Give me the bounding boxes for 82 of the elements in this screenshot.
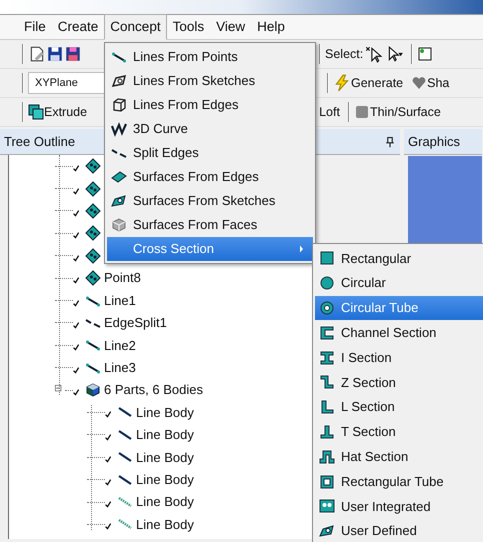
- ring-icon: [319, 300, 335, 316]
- i-section-icon: [319, 350, 335, 366]
- menu-item[interactable]: Hat Section: [315, 444, 483, 470]
- save-icon[interactable]: [46, 45, 64, 63]
- menu-item[interactable]: Channel Section: [315, 320, 483, 346]
- cursor-icon[interactable]: [363, 45, 384, 63]
- menu-item[interactable]: Split Edges: [107, 141, 313, 165]
- channel-section-icon: [319, 324, 335, 341]
- extrude-button[interactable]: Extrude: [44, 102, 88, 122]
- menu-item[interactable]: Tools: [166, 14, 210, 40]
- menu-item[interactable]: L Section: [315, 394, 483, 420]
- panel-title: Tree Outline: [4, 132, 76, 151]
- select-label: Select:: [325, 46, 364, 63]
- sketch-surface-icon: [111, 193, 127, 209]
- select-mode-icon[interactable]: [417, 45, 434, 63]
- extrude-icon[interactable]: [28, 104, 44, 120]
- part-cube-icon: [85, 382, 101, 398]
- menu-item[interactable]: Rectangular Tube: [315, 469, 483, 494]
- rectangular-tube-icon: [319, 474, 335, 490]
- menu-item[interactable]: Lines From Edges: [107, 93, 313, 117]
- tree-item-label[interactable]: Point8: [104, 268, 141, 288]
- new-document-icon[interactable]: [28, 45, 46, 63]
- menu-item[interactable]: 3D Curve: [107, 117, 313, 141]
- menu-item[interactable]: Concept: [104, 14, 167, 40]
- l-section-icon: [319, 399, 335, 416]
- circle-icon: [319, 275, 335, 292]
- point-icon: [85, 158, 101, 174]
- menu-item[interactable]: Circular: [315, 270, 483, 296]
- tree-item-label[interactable]: EdgeSplit1: [104, 313, 167, 333]
- share-button[interactable]: Sha: [427, 74, 450, 92]
- generate-button[interactable]: Generate: [351, 74, 404, 92]
- menu-item[interactable]: Surfaces From Edges: [107, 165, 313, 189]
- sketch-surface-icon: [319, 523, 335, 540]
- menu-item[interactable]: T Section: [315, 420, 483, 444]
- menu-item[interactable]: Rectangular: [315, 246, 483, 271]
- tree-item-label[interactable]: Line Body: [136, 492, 194, 512]
- tree-item-label[interactable]: Line2: [104, 336, 136, 356]
- save-as-icon[interactable]: [64, 45, 82, 63]
- tree-item-label[interactable]: Line Body: [136, 402, 194, 422]
- tree-item-label[interactable]: Line Body: [136, 470, 194, 490]
- z-section-icon: [319, 374, 335, 390]
- tree-item-label[interactable]: Line1: [104, 290, 136, 310]
- menu-item[interactable]: Help: [251, 14, 291, 40]
- tree-item-label[interactable]: Line Body: [136, 448, 194, 468]
- curve-icon: [111, 121, 127, 137]
- menu-item[interactable]: File: [18, 14, 52, 40]
- lightning-icon[interactable]: [333, 74, 351, 92]
- faces-icon: [111, 217, 127, 233]
- menu-item[interactable]: Surfaces From Sketches: [107, 189, 313, 213]
- menu-item[interactable]: View: [210, 14, 252, 40]
- menu-item[interactable]: Lines From Sketches: [107, 69, 313, 93]
- loft-button[interactable]: Loft: [319, 102, 340, 122]
- menu-item[interactable]: Circular Tube: [315, 296, 483, 320]
- cube-icon: [111, 97, 127, 113]
- heart-icon[interactable]: [411, 75, 428, 91]
- menu-item[interactable]: User Integrated: [315, 494, 483, 519]
- tree-item-label[interactable]: 6 Parts, 6 Bodies: [104, 380, 203, 400]
- menu-item[interactable]: Cross Section: [107, 237, 313, 261]
- menu-item[interactable]: Z Section: [315, 370, 483, 395]
- menu-item[interactable]: Create: [52, 14, 104, 40]
- menu-item[interactable]: Lines From Points: [107, 45, 313, 69]
- menu-item[interactable]: Surfaces From Faces: [107, 213, 313, 237]
- tree-item-label[interactable]: Line Body: [136, 425, 194, 445]
- surface-icon: [111, 169, 127, 185]
- tree-item-label[interactable]: Line Body: [136, 514, 194, 534]
- t-section-icon: [319, 424, 335, 440]
- point-icon: [85, 248, 101, 264]
- menu-item[interactable]: User Defined: [315, 518, 483, 542]
- hat-section-icon: [319, 448, 335, 465]
- thin-surface-button[interactable]: Thin/Surface: [370, 102, 441, 122]
- sketch-icon: [111, 73, 127, 89]
- point-icon: [85, 225, 101, 242]
- point-icon: [85, 202, 101, 219]
- point-icon: [85, 180, 101, 197]
- tree-item-label[interactable]: Line3: [104, 358, 136, 378]
- point-icon: [85, 270, 101, 286]
- square-icon: [319, 250, 335, 266]
- user-integrated-icon: [319, 498, 335, 514]
- thin-surface-icon[interactable]: [354, 104, 370, 120]
- menu-item[interactable]: I Section: [315, 345, 483, 370]
- pin-icon[interactable]: [384, 134, 396, 148]
- panel-title: Graphics: [408, 132, 460, 151]
